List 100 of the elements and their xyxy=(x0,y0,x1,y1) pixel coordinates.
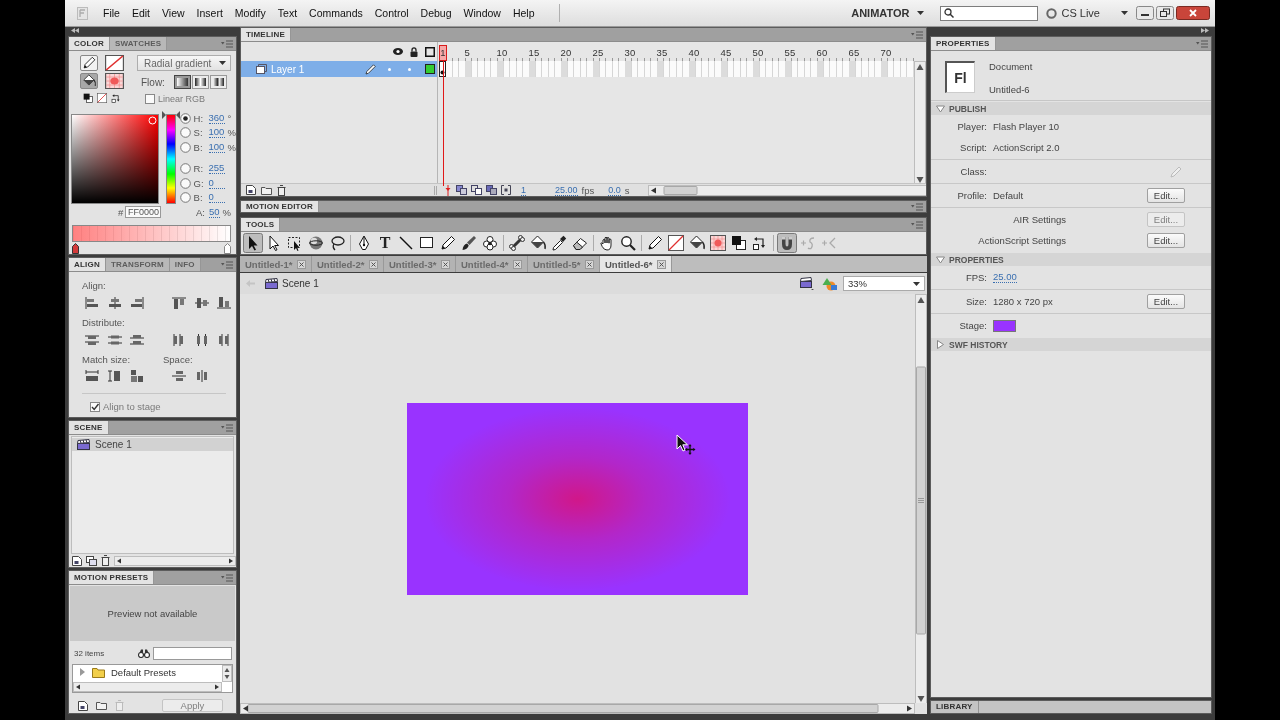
no-color-icon[interactable] xyxy=(97,93,107,103)
close-icon[interactable] xyxy=(584,259,594,269)
panel-tab[interactable]: TIMELINE xyxy=(241,28,291,41)
panel-tab[interactable]: PROPERTIES xyxy=(931,37,996,50)
menu-item[interactable]: File xyxy=(97,5,126,21)
grip-icon[interactable] xyxy=(434,185,437,195)
close-icon[interactable] xyxy=(296,259,306,269)
collapsed-triangle-icon[interactable] xyxy=(79,668,86,676)
align-top-icon[interactable] xyxy=(172,297,186,309)
zoom-icon[interactable] xyxy=(618,233,638,253)
lock-icon[interactable] xyxy=(410,46,418,57)
cs-live-button[interactable]: CS Live xyxy=(1046,7,1100,19)
keyframe-icon[interactable] xyxy=(439,61,446,77)
onion-outline-icon[interactable] xyxy=(471,185,482,195)
menu-item[interactable]: Modify xyxy=(228,5,272,21)
eye-icon[interactable] xyxy=(393,48,403,55)
radio-button[interactable] xyxy=(179,141,191,153)
channel-value[interactable]: 255 xyxy=(208,163,225,175)
swap-icon[interactable] xyxy=(111,93,121,103)
outline-square-icon[interactable] xyxy=(425,46,435,57)
panel-tab[interactable]: INFO xyxy=(169,258,201,271)
current-frame[interactable]: 1 xyxy=(521,184,526,196)
distribute-right-icon[interactable] xyxy=(217,334,231,346)
channel-value[interactable]: 360 xyxy=(208,112,225,124)
collapsed-triangle-icon[interactable] xyxy=(936,340,945,349)
trash-icon[interactable] xyxy=(277,184,286,196)
caret-icon[interactable] xyxy=(1121,11,1128,15)
color-picker-field[interactable] xyxy=(71,114,159,204)
bucket-icon[interactable] xyxy=(80,73,98,89)
section-header[interactable]: SWF HISTORY xyxy=(931,338,1211,351)
onion-skin-icon[interactable] xyxy=(456,185,467,195)
radio-button[interactable] xyxy=(179,112,191,124)
dot-icon[interactable] xyxy=(408,67,411,71)
frame-rate[interactable]: 25.00 xyxy=(555,184,578,196)
distribute-bottom-icon[interactable] xyxy=(130,334,144,346)
horizontal-scrollbar[interactable] xyxy=(73,682,222,692)
gradient-stop-icon[interactable] xyxy=(72,243,79,254)
distribute-middle-icon[interactable] xyxy=(107,334,122,346)
shapes-icon[interactable] xyxy=(822,276,838,291)
onion-skin-icon[interactable] xyxy=(486,185,497,195)
eyedropper-icon[interactable] xyxy=(549,233,569,253)
match-width-icon[interactable] xyxy=(85,370,99,382)
default-colors-icon[interactable] xyxy=(83,93,93,103)
menu-item[interactable]: Help xyxy=(506,5,541,21)
duplicate-icon[interactable] xyxy=(86,555,97,566)
scene-breadcrumb[interactable]: Scene 1 xyxy=(265,278,319,289)
edit-button[interactable]: Edit... xyxy=(1147,188,1185,203)
menu-item[interactable]: Edit xyxy=(125,5,156,21)
search-field[interactable] xyxy=(153,646,232,660)
vertical-scrollbar[interactable] xyxy=(914,61,926,186)
align-bottom-icon[interactable] xyxy=(217,297,231,309)
space-horizontal-icon[interactable] xyxy=(194,370,209,382)
bone-icon[interactable] xyxy=(507,233,527,253)
clapperboard-icon[interactable] xyxy=(800,277,814,290)
horizontal-scrollbar[interactable] xyxy=(240,703,915,714)
panel-tab[interactable]: COLOR xyxy=(69,37,110,50)
menu-item[interactable]: Commands xyxy=(303,5,369,21)
workspace-switcher[interactable]: ANIMATOR xyxy=(851,7,925,19)
distribute-left-icon[interactable] xyxy=(172,334,186,346)
gradient-flow-icon[interactable] xyxy=(210,75,227,89)
menu-item[interactable]: Debug xyxy=(414,5,458,21)
page-icon[interactable] xyxy=(72,555,82,566)
collapse-arrows-icon[interactable] xyxy=(71,28,79,33)
checkbox[interactable] xyxy=(90,401,100,412)
align-left-icon[interactable] xyxy=(85,297,99,309)
no-color-swatch-icon[interactable] xyxy=(105,55,124,71)
channel-value[interactable]: 0 xyxy=(208,192,225,204)
bracket-icon[interactable] xyxy=(501,185,511,195)
radio-button[interactable] xyxy=(179,163,191,175)
expanded-triangle-icon[interactable] xyxy=(936,104,945,113)
radio-button[interactable] xyxy=(179,192,191,204)
no-color-swatch-icon[interactable] xyxy=(666,233,686,253)
playhead-icon[interactable] xyxy=(444,184,452,196)
panel-tab[interactable]: MOTION EDITOR xyxy=(241,201,319,212)
color-swatch-icon[interactable] xyxy=(993,319,1016,332)
trash-icon[interactable] xyxy=(101,555,110,566)
folder-icon[interactable] xyxy=(261,185,272,195)
panel-tab[interactable]: SCENE xyxy=(69,421,109,434)
close-icon[interactable] xyxy=(1176,6,1210,20)
edit-button[interactable]: Edit... xyxy=(1147,294,1185,309)
gradient-swatch-icon[interactable] xyxy=(708,233,728,253)
gradient-flow-icon[interactable] xyxy=(192,75,209,89)
caret-icon[interactable] xyxy=(913,281,920,286)
menu-item[interactable]: Text xyxy=(271,5,304,21)
panel-tab[interactable]: MOTION PRESETS xyxy=(69,571,155,584)
close-icon[interactable] xyxy=(368,259,378,269)
section-header[interactable]: PROPERTIES xyxy=(931,253,1211,266)
panel-tab[interactable]: ALIGN xyxy=(69,258,106,271)
pencil-icon[interactable] xyxy=(438,233,458,253)
restore-icon[interactable] xyxy=(1156,6,1174,20)
search-field[interactable] xyxy=(940,5,1039,21)
menu-item[interactable]: Control xyxy=(368,5,415,21)
default-colors-icon[interactable] xyxy=(729,233,749,253)
field-value[interactable]: 25.00 xyxy=(993,272,1017,283)
caret-icon[interactable] xyxy=(219,61,226,65)
folder-icon[interactable] xyxy=(96,701,107,710)
channel-value[interactable]: 100 xyxy=(208,127,225,139)
pencil-icon[interactable] xyxy=(80,55,98,71)
close-icon[interactable] xyxy=(656,259,666,269)
channel-value[interactable]: 0 xyxy=(208,177,225,189)
